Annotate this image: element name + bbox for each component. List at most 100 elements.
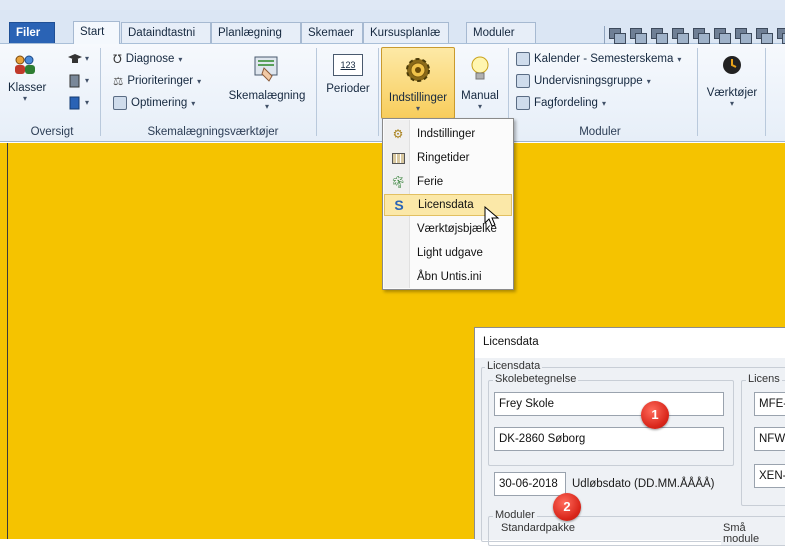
window-icon[interactable] [629, 27, 647, 44]
indstillinger-label: Indstillinger [388, 92, 448, 104]
klasser-button[interactable]: Klasser ▾ [8, 54, 46, 103]
teacher-button[interactable]: ▾ [66, 52, 92, 69]
annotation-badge-2: 2 [553, 493, 581, 521]
menu-item-ringetider[interactable]: Ringetider [384, 147, 512, 169]
window-icon[interactable] [608, 27, 626, 44]
prioriteringer-label: Prioriteringer [127, 75, 194, 87]
tab-separator [604, 26, 605, 44]
moduler-label: Moduler [493, 509, 537, 521]
window-icon[interactable] [776, 27, 785, 44]
table-icon [388, 150, 408, 166]
group-separator [378, 48, 379, 136]
chevron-down-icon: ▾ [601, 98, 606, 108]
chevron-down-icon: ▾ [22, 94, 27, 103]
indstillinger-button[interactable]: Indstillinger ▾ [381, 47, 455, 119]
tab-kursusplanlaegning[interactable]: Kursusplanlæ [363, 22, 449, 43]
people-icon [8, 54, 42, 79]
chevron-down-icon: ▾ [415, 104, 420, 113]
chevron-down-icon: ▾ [178, 54, 183, 64]
vaerktojer-button[interactable]: Værktøjer ▾ [703, 54, 761, 108]
window-icon[interactable] [671, 27, 689, 44]
chevron-down-icon: ▾ [729, 99, 734, 108]
school-name-field[interactable]: Frey Skole [494, 392, 724, 416]
diagnose-button[interactable]: ℧ Diagnose ▾ [113, 52, 182, 66]
door-icon: ▾ [69, 74, 89, 88]
group-separator [316, 48, 317, 136]
menu-item-indstillinger[interactable]: ⚙ Indstillinger [384, 123, 512, 145]
indstillinger-menu: ⚙ Indstillinger Ringetider 🌴︎ Ferie S Li… [382, 118, 514, 290]
tab-planlaegning[interactable]: Planlægning [211, 22, 301, 43]
quick-access-toolbar [0, 0, 785, 10]
kalender-button[interactable]: Kalender - Semesterskema ▾ [516, 52, 681, 66]
clock-icon [703, 54, 761, 79]
perioder-button[interactable]: 123 Perioder [322, 54, 374, 95]
skolebetegnelse-label: Skolebetegnelse [493, 373, 579, 385]
tab-skemaer[interactable]: Skemaer [301, 22, 363, 43]
perioder-label: Perioder [326, 83, 370, 95]
dialog-title: Licensdata [483, 336, 539, 348]
window-icon[interactable] [713, 27, 731, 44]
scales-icon: ⚖ [113, 76, 124, 88]
license-icon: S [394, 197, 404, 213]
tab-moduler[interactable]: Moduler [466, 22, 536, 43]
hand-schedule-icon [224, 54, 310, 87]
expiry-date-field[interactable]: 30-06-2018 [494, 472, 566, 496]
undervisningsgruppe-button[interactable]: Undervisningsgruppe ▾ [516, 74, 651, 88]
tab-start[interactable]: Start [73, 21, 120, 44]
school-address-field[interactable]: DK-2860 Søborg [494, 427, 724, 451]
skemalaegning-label: Skemalægning [228, 90, 306, 102]
window-icon[interactable] [755, 27, 773, 44]
menu-item-light-udgave[interactable]: Light udgave [384, 242, 512, 264]
licens-field-3[interactable]: XEN- [754, 464, 785, 488]
calendar-123-icon: 123 [333, 54, 363, 76]
stethoscope-icon: ℧ [113, 54, 122, 66]
group-label-skemalaegningsvaerktojer: Skemalægningsværktøjer [147, 126, 279, 138]
lightbulb-icon [456, 54, 504, 87]
chevron-down-icon: ▾ [677, 54, 682, 64]
menu-item-label: Ringetider [417, 152, 470, 164]
chevron-down-icon: ▾ [264, 102, 269, 111]
licens-field-2[interactable]: NFW [754, 427, 785, 451]
calculator-icon [113, 96, 127, 110]
window-icon[interactable] [734, 27, 752, 44]
group-label-moduler: Moduler [579, 126, 621, 138]
menu-item-label: Ferie [417, 176, 444, 188]
menu-item-blank-icon [388, 245, 408, 261]
fagfordeling-button[interactable]: Fagfordeling ▾ [516, 96, 606, 110]
tab-dataindtastning[interactable]: Dataindtastni [121, 22, 211, 43]
menu-item-label: Åbn Untis.ini [417, 271, 482, 283]
kalender-label: Kalender - Semesterskema [534, 53, 674, 65]
window-icon[interactable] [692, 27, 710, 44]
menu-item-ferie[interactable]: 🌴︎ Ferie [384, 171, 512, 193]
menu-item-label: Light udgave [417, 247, 483, 259]
menu-item-label: Licensdata [418, 199, 474, 211]
subject-button[interactable]: ▾ [66, 96, 92, 113]
svg-text:▾: ▾ [85, 54, 89, 63]
optimering-label: Optimering [131, 97, 188, 109]
prioriteringer-button[interactable]: ⚖ Prioriteringer ▾ [113, 74, 201, 88]
group-separator [765, 48, 766, 136]
chevron-down-icon: ▾ [191, 98, 196, 108]
menu-item-aabn-untis-ini[interactable]: Åbn Untis.ini [384, 266, 512, 288]
optimering-button[interactable]: Optimering ▾ [113, 96, 195, 110]
menu-item-blank-icon [388, 221, 408, 237]
manual-label: Manual [461, 90, 499, 102]
licens-label: Licens [746, 373, 782, 385]
manual-button[interactable]: Manual ▾ [456, 54, 504, 111]
fagfordeling-label: Fagfordeling [534, 97, 598, 109]
tab-filer[interactable]: Filer [9, 22, 55, 43]
expiry-date-label: Udløbsdato (DD.MM.ÅÅÅÅ) [572, 478, 715, 490]
svg-text:▾: ▾ [85, 76, 89, 85]
room-button[interactable]: ▾ [66, 74, 92, 91]
diagnose-label: Diagnose [125, 53, 175, 65]
gear-icon [382, 54, 454, 89]
mortarboard-icon: ▾ [68, 54, 89, 63]
skemalaegning-button[interactable]: Skemalægning ▾ [224, 54, 310, 111]
undervisningsgruppe-label: Undervisningsgruppe [534, 75, 643, 87]
window-icon[interactable] [650, 27, 668, 44]
palm-icon: 🌴︎ [390, 175, 406, 189]
licens-field-1[interactable]: MFE- [754, 392, 785, 416]
group-table-icon [516, 74, 530, 88]
chevron-down-icon: ▾ [197, 76, 202, 86]
menu-item-blank-icon [388, 269, 408, 285]
